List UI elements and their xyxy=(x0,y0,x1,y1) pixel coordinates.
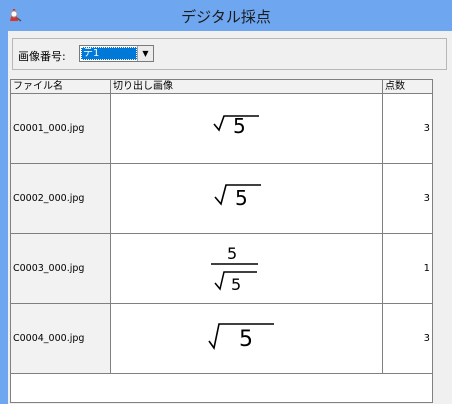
column-header-score[interactable]: 点数 xyxy=(383,80,432,94)
svg-text:5: 5 xyxy=(227,244,237,263)
window-frame xyxy=(0,31,8,404)
svg-text:5: 5 xyxy=(235,186,248,210)
svg-text:5: 5 xyxy=(233,114,246,138)
score-cell[interactable]: 1 xyxy=(383,234,432,303)
svg-text:5: 5 xyxy=(239,327,253,352)
cropped-image-cell: 5 xyxy=(111,304,383,373)
client-area: 画像番号: テ1 ▼ ファイル名 切り出し画像 点数 C0001_000.jpg… xyxy=(8,31,452,404)
handwritten-answer-image: 5 xyxy=(214,184,261,210)
results-grid: ファイル名 切り出し画像 点数 C0001_000.jpg 5 3 C0002_… xyxy=(10,79,433,403)
column-header-file[interactable]: ファイル名 xyxy=(11,80,111,94)
table-row[interactable]: C0003_000.jpg 5 5 1 xyxy=(11,234,432,304)
file-name-cell: C0001_000.jpg xyxy=(11,94,111,163)
cropped-image-cell: 5 5 xyxy=(111,234,383,303)
column-header-image[interactable]: 切り出し画像 xyxy=(111,80,383,94)
score-cell[interactable]: 3 xyxy=(383,164,432,233)
file-name-cell: C0002_000.jpg xyxy=(11,164,111,233)
table-row[interactable]: C0001_000.jpg 5 3 xyxy=(11,94,432,164)
table-row[interactable]: C0004_000.jpg 5 3 xyxy=(11,304,432,374)
handwritten-answer-image: 5 xyxy=(208,323,274,352)
svg-text:5: 5 xyxy=(231,275,241,294)
table-row[interactable]: C0002_000.jpg 5 3 xyxy=(11,164,432,234)
file-name-cell: C0004_000.jpg xyxy=(11,304,111,373)
cropped-image-cell: 5 xyxy=(111,94,383,163)
cropped-image-cell: 5 xyxy=(111,164,383,233)
title-bar[interactable]: デジタル採点 xyxy=(0,0,452,31)
handwritten-answer-image: 5 5 xyxy=(211,244,258,294)
chevron-down-icon[interactable]: ▼ xyxy=(137,46,153,61)
window-title: デジタル採点 xyxy=(181,8,271,26)
toolbar: 画像番号: テ1 ▼ xyxy=(12,38,447,70)
image-number-value[interactable]: テ1 xyxy=(81,47,137,60)
handwritten-answer-image: 5 xyxy=(213,114,259,138)
image-number-label: 画像番号: xyxy=(18,50,66,63)
score-cell[interactable]: 3 xyxy=(383,94,432,163)
image-number-select[interactable]: テ1 ▼ xyxy=(79,45,154,62)
score-cell[interactable]: 3 xyxy=(383,304,432,373)
file-name-cell: C0003_000.jpg xyxy=(11,234,111,303)
